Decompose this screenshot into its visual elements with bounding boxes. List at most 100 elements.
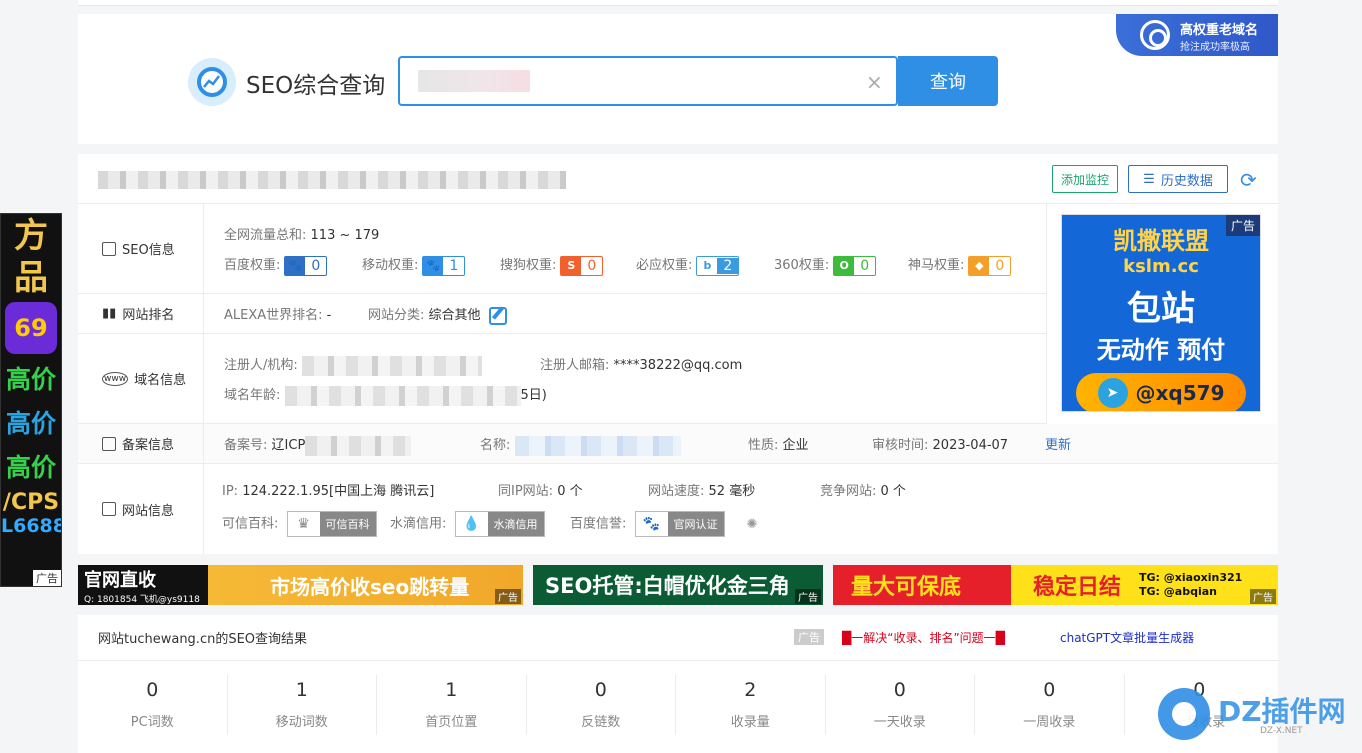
divider	[1046, 204, 1047, 424]
history-icon: ☰	[1143, 171, 1155, 186]
shenma-weight-value: 0	[995, 257, 1005, 274]
stat-item[interactable]: 0 PC词数	[78, 675, 228, 735]
sogou-weight-value: 0	[587, 257, 597, 274]
stat-item[interactable]: 0 反链数	[527, 675, 676, 735]
side-ad-contact-text: @xq579	[1135, 381, 1225, 405]
shenma-icon: ◆	[969, 256, 990, 275]
compete-sites[interactable]: 竞争网站: 0 个	[820, 480, 906, 499]
refresh-icon[interactable]: ⟳	[1240, 168, 1257, 192]
row-site-rank: ▮▮ 网站排名 ALEXA世界排名: - 网站分类: 综合其他	[78, 294, 1046, 334]
left-ad-text3: 高价	[5, 453, 56, 482]
icp-audit-value: 2023-04-07	[932, 438, 1009, 453]
weight-360-value: 0	[860, 257, 870, 274]
stat-item[interactable]: 2 收录量	[676, 675, 826, 735]
weight-shenma[interactable]: 神马权重: ◆ 0	[908, 254, 1012, 276]
stat-value: 0	[146, 679, 159, 701]
stat-item[interactable]: 0 一天收录	[826, 675, 975, 735]
baidu-weight-value: 0	[311, 257, 321, 274]
sameip-value: 0 个	[557, 484, 583, 499]
icp-type-value: 企业	[782, 438, 809, 453]
icp-no-key: 备案号:	[224, 438, 268, 453]
speed-key: 网站速度:	[648, 484, 705, 499]
site-rank-label: 网站排名	[122, 308, 175, 323]
add-monitor-button[interactable]: 添加监控	[1052, 165, 1118, 193]
water-credit-label: 水滴信用	[487, 512, 544, 536]
weight-baidu[interactable]: 百度权重: 🐾 0	[224, 254, 328, 276]
weight-sogou[interactable]: 搜狗权重: S 0	[500, 254, 604, 276]
left-ad-text2: 高价	[5, 409, 56, 438]
baidu-credit-badge[interactable]: 🐾 官网认证	[634, 511, 725, 537]
domain-info-label: 域名信息	[134, 373, 187, 388]
banner-ad-1[interactable]: 官网直收 Q: 1801854 飞机@ys9118 市场高价收seo跳转量 广告	[78, 565, 523, 605]
baidu-paw-icon: 🐾	[285, 256, 306, 275]
stat-label: PC词数	[130, 715, 174, 730]
bing-weight-value: 2	[717, 257, 739, 274]
search-box[interactable]: ×	[398, 56, 898, 106]
side-ad-line4: 无动作 预付	[1096, 336, 1226, 364]
bing-b-icon: b	[697, 256, 718, 275]
corner-ad[interactable]: 高权重老域名 抢注成功率极高	[1116, 14, 1278, 56]
row-seo-info: SEO信息 全网流量总和: 113 ~ 179 百度权重: 🐾 0 移动权重: 🐾 1 …	[78, 204, 1046, 294]
left-ad-text1: 高价	[5, 365, 56, 394]
baidu-credit-key: 百度信誉:	[570, 516, 627, 532]
document-icon	[102, 241, 116, 256]
sogou-s-icon: S	[561, 256, 582, 275]
banner1-text: 市场高价收seo跳转量	[270, 574, 470, 599]
registrant: 注册人/机构:	[224, 354, 482, 376]
trust-wiki-badge[interactable]: ♛ 可信百科	[286, 511, 377, 537]
banner-ad-3[interactable]: 量大可保底 稳定日结 TG: @xiaoxin321 TG: @abqian 广…	[833, 565, 1278, 605]
water-drop-icon: 💧	[455, 512, 488, 536]
watermark-url: DZ-X.NET	[1260, 726, 1303, 736]
domain-age: 域名年龄: 5日)	[224, 384, 547, 406]
stat-item[interactable]: 0 一周收录	[975, 675, 1125, 735]
sameip-key: 同IP网站:	[498, 484, 554, 499]
baidu-credit-label: 官网认证	[667, 512, 724, 536]
corner-ad-subtitle: 抢注成功率极高	[1180, 42, 1250, 53]
stat-label: 一周收录	[1023, 715, 1076, 730]
site-category: 网站分类: 综合其他	[368, 304, 507, 325]
mobile-weight-value: 1	[449, 257, 459, 274]
edit-icon[interactable]	[488, 306, 507, 325]
water-credit-badge[interactable]: 💧 水滴信用	[454, 511, 545, 537]
icp-no-value: 辽ICP	[271, 438, 306, 453]
clear-icon[interactable]: ×	[866, 70, 883, 94]
weight-mobile[interactable]: 移动权重: 🐾 1	[362, 254, 466, 276]
mobile-paw-icon: 🐾	[423, 256, 444, 275]
loading-spinner-icon: ✺	[746, 516, 758, 532]
stat-value: 1	[445, 679, 458, 701]
divider	[78, 660, 1278, 661]
icp-number: 备案号: 辽ICP	[224, 434, 412, 456]
search-button[interactable]: 查询	[898, 56, 998, 106]
stat-label: 首页位置	[425, 715, 478, 730]
ad-link-ranking[interactable]: █一解决“收录、排名”问题一█	[842, 629, 1005, 646]
info-card: 添加监控 ☰ 历史数据 ⟳ SEO信息 全网流量总和: 113 ~ 179 百度…	[78, 154, 1278, 554]
compete-key: 竞争网站:	[820, 484, 877, 499]
icp-name-blurred	[514, 435, 681, 456]
trust-wiki: 可信百科: ♛ 可信百科	[222, 511, 377, 537]
trust-wiki-label: 可信百科	[319, 512, 376, 536]
stat-value: 0	[893, 679, 906, 701]
left-ad-logo: 69	[5, 302, 57, 354]
icp-update-link[interactable]: 更新	[1045, 434, 1071, 453]
same-ip-sites[interactable]: 同IP网站: 0 个	[498, 480, 583, 499]
registrant-blurred	[301, 355, 482, 376]
ad-link-chatgpt[interactable]: chatGPT文章批量生成器	[1060, 629, 1194, 646]
registrant-key: 注册人/机构:	[224, 358, 298, 373]
side-ad-banner[interactable]: 广告 凯撒联盟 kslm.cc 包站 无动作 预付 ➤ @xq579	[1061, 214, 1261, 412]
ip-key: IP:	[222, 484, 239, 499]
shenma-weight-key: 神马权重:	[908, 258, 965, 273]
stat-item[interactable]: 1 首页位置	[377, 675, 527, 735]
search-input[interactable]	[410, 66, 850, 96]
left-float-ad[interactable]: 方 品 69 高价 高价 高价 /CPS L6688 广告	[0, 213, 62, 587]
baidu-weight-key: 百度权重:	[224, 258, 281, 273]
www-icon: www	[102, 371, 129, 386]
stat-item[interactable]: 1 移动词数	[228, 675, 377, 735]
banner-ad-2[interactable]: SEO托管:白帽优化金三角 广告	[533, 565, 823, 605]
alexa-value: -	[326, 308, 332, 323]
traffic-key: 全网流量总和:	[224, 228, 307, 243]
weight-360[interactable]: 360权重: O 0	[774, 254, 877, 276]
weight-bing[interactable]: 必应权重: b 2	[636, 254, 740, 276]
history-data-button[interactable]: ☰ 历史数据	[1128, 165, 1228, 193]
ip-value: 124.222.1.95[中国上海 腾讯云]	[242, 484, 435, 499]
alexa-rank: ALEXA世界排名: -	[224, 304, 331, 323]
